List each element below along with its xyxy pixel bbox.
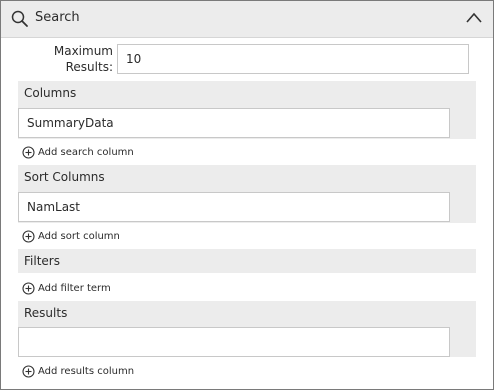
max-results-label-line2: Results: <box>65 60 113 74</box>
columns-header: Columns <box>18 81 476 105</box>
max-results-label-line1: Maximum <box>53 44 113 58</box>
add-results-column-label: Add results column <box>38 365 135 377</box>
search-panel: Search Maximum Results: 10 Columns Summa… <box>0 0 494 390</box>
plus-circle-icon <box>22 229 35 243</box>
chevron-up-icon[interactable] <box>465 11 483 25</box>
plus-circle-icon <box>22 145 35 159</box>
plus-circle-icon <box>22 364 35 378</box>
add-sort-column-label: Add sort column <box>38 230 120 242</box>
add-search-column-button[interactable]: Add search column <box>22 144 134 160</box>
results-header: Results <box>18 301 476 325</box>
plus-circle-icon <box>22 281 35 295</box>
max-results-input[interactable]: 10 <box>117 44 469 74</box>
add-results-column-button[interactable]: Add results column <box>22 363 134 379</box>
add-filter-term-button[interactable]: Add filter term <box>22 280 111 296</box>
panel-title: Search <box>35 10 80 25</box>
panel-header[interactable]: Search <box>1 1 493 38</box>
sort-column-item[interactable]: NamLast <box>18 192 450 222</box>
sort-columns-header: Sort Columns <box>18 165 476 189</box>
add-filter-term-label: Add filter term <box>38 282 111 294</box>
add-sort-column-button[interactable]: Add sort column <box>22 228 120 244</box>
filters-header: Filters <box>18 249 476 273</box>
search-icon <box>11 10 28 27</box>
add-search-column-label: Add search column <box>38 146 134 158</box>
column-item[interactable]: SummaryData <box>18 108 450 138</box>
max-results-label: Maximum Results: <box>31 43 113 75</box>
results-column-input[interactable] <box>18 327 450 357</box>
